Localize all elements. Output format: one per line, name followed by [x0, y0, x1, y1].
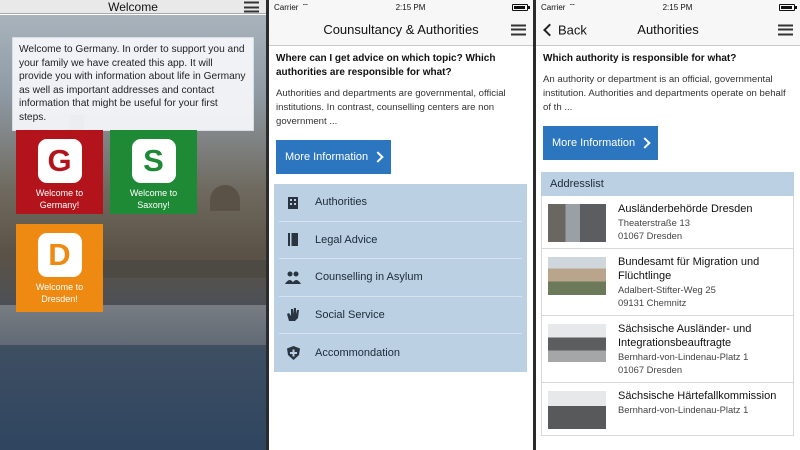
chevron-right-icon — [639, 137, 651, 149]
tile-label: Welcome to — [35, 282, 84, 292]
chevron-right-icon — [372, 151, 384, 163]
address-name: Sächsische Ausländer- und Integrationsbe… — [618, 323, 752, 349]
nav-bar: Welcome — [0, 0, 266, 14]
address-city: 01067 Dresden — [618, 364, 683, 375]
s-logo-icon: S — [131, 139, 176, 183]
building-photo — [548, 257, 606, 295]
intro-text: Welcome to Germany. In order to support … — [12, 37, 254, 131]
address-list: Ausländerbehörde Dresden Theaterstraße 1… — [541, 196, 794, 436]
address-street: Theaterstraße 13 — [618, 217, 690, 228]
address-name: Ausländerbehörde Dresden — [618, 203, 753, 215]
more-information-button[interactable]: More Information — [276, 140, 392, 174]
menu-item-social-service[interactable]: Social Service — [279, 297, 522, 334]
list-item[interactable]: Ausländerbehörde Dresden Theaterstraße 1… — [541, 196, 794, 249]
more-information-button[interactable]: More Information — [543, 126, 659, 160]
address-city: 09131 Chemnitz — [618, 297, 687, 308]
question-heading: Which authority is responsible for what? — [543, 53, 737, 64]
d-logo-icon: D — [37, 233, 82, 277]
intro-paragraph: Authorities and departments are governme… — [276, 88, 506, 127]
status-time: 2:15 PM — [662, 2, 693, 12]
menu-item-label: Accommondation — [315, 346, 400, 359]
nav-title: Authorities — [637, 22, 699, 37]
addresslist-header: Addresslist — [541, 172, 794, 196]
g-logo-icon: G — [37, 139, 82, 183]
menu-item-label: Counselling in Asylum — [315, 271, 423, 284]
list-item[interactable]: Sächsische Ausländer- und Integrationsbe… — [541, 316, 794, 383]
more-information-label: More Information — [552, 137, 636, 149]
address-name: Bundesamt für Migration und Flüchtlinge — [618, 256, 760, 282]
carrier-label: Carrier — [274, 2, 299, 12]
hand-icon — [285, 307, 301, 323]
list-item[interactable]: Bundesamt für Migration und Flüchtlinge … — [541, 249, 794, 316]
category-menu: Authorities Legal Advice Counselling in … — [274, 184, 527, 372]
menu-item-label: Social Service — [315, 308, 385, 321]
nav-bar: Back Authorities — [536, 14, 800, 46]
nav-bar: Counsultancy & Authorities — [269, 14, 533, 46]
tile-label: Germany! — [39, 200, 80, 210]
tile-welcome-saxony[interactable]: S Welcome to Saxony! — [110, 130, 197, 214]
counsultancy-screen: Carrier ⌔ 2:15 PM Counsultancy & Authori… — [269, 0, 533, 450]
tile-welcome-dresden[interactable]: D Welcome to Dresden! — [16, 224, 103, 312]
address-street: Bernhard-von-Lindenau-Platz 1 — [618, 404, 749, 415]
tile-label: Welcome to — [129, 188, 178, 198]
battery-icon — [779, 3, 797, 11]
back-label: Back — [558, 22, 587, 37]
book-icon — [285, 232, 301, 248]
address-street: Adalbert-Stifter-Weg 25 — [618, 284, 716, 295]
address-city: 01067 Dresden — [618, 230, 683, 241]
address-street: Bernhard-von-Lindenau-Platz 1 — [618, 351, 749, 362]
menu-item-label: Legal Advice — [315, 233, 378, 246]
menu-item-label: Authorities — [315, 196, 367, 209]
battery-icon — [512, 3, 530, 11]
building-icon — [285, 194, 301, 210]
wifi-icon: ⌔ — [301, 2, 309, 11]
building-photo — [548, 324, 606, 362]
tile-welcome-germany[interactable]: G Welcome to Germany! — [16, 130, 103, 214]
people-icon — [285, 269, 301, 285]
nav-title: Counsultancy & Authorities — [323, 22, 479, 37]
chevron-left-icon — [543, 23, 556, 36]
welcome-screen: Welcome Welcome to Germany. In order to … — [0, 0, 266, 450]
menu-icon[interactable] — [778, 24, 793, 35]
building-photo — [548, 204, 606, 242]
back-button[interactable]: Back — [542, 22, 587, 37]
question-heading: Where can I get advice on which topic? W… — [276, 53, 496, 78]
more-information-label: More Information — [285, 151, 369, 163]
intro-paragraph: An authority or department is an officia… — [543, 74, 786, 113]
address-name: Sächsische Härtefallkommission — [618, 390, 777, 402]
tile-label: Welcome to — [35, 188, 84, 198]
status-bar: Carrier ⌔ 2:15 PM — [536, 0, 800, 14]
menu-item-accommondation[interactable]: Accommondation — [279, 334, 522, 372]
status-bar: Carrier ⌔ 2:15 PM — [269, 0, 533, 14]
status-time: 2:15 PM — [395, 2, 426, 12]
authorities-screen: Carrier ⌔ 2:15 PM Back Authorities Which… — [536, 0, 800, 450]
wifi-icon: ⌔ — [568, 2, 576, 11]
menu-item-legal-advice[interactable]: Legal Advice — [279, 222, 522, 259]
menu-item-authorities[interactable]: Authorities — [279, 184, 522, 222]
tile-label: Dresden! — [41, 294, 78, 304]
menu-item-counselling-in-asylum[interactable]: Counselling in Asylum — [279, 259, 522, 297]
menu-icon[interactable] — [244, 1, 259, 13]
carrier-label: Carrier — [541, 2, 566, 12]
tile-label: Saxony! — [137, 200, 170, 210]
building-photo — [548, 391, 606, 429]
list-item[interactable]: Sächsische Härtefallkommission Bernhard-… — [541, 383, 794, 436]
menu-icon[interactable] — [511, 24, 526, 35]
nav-title: Welcome — [108, 0, 158, 14]
shield-icon — [285, 345, 301, 361]
